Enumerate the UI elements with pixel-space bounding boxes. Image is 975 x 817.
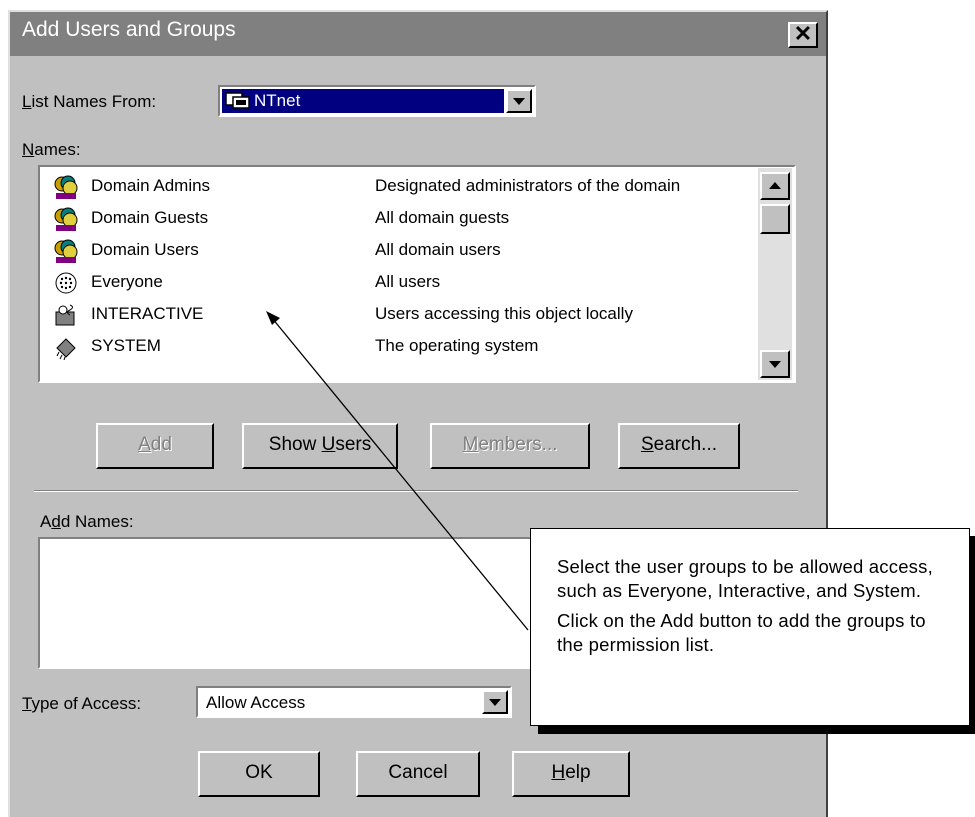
callout-text-select: Select the user groups to be allowed acc… [557, 556, 933, 601]
callout-text-add: Click on the Add button to add the group… [557, 610, 926, 655]
callout-box: Select the user groups to be allowed acc… [530, 528, 970, 726]
